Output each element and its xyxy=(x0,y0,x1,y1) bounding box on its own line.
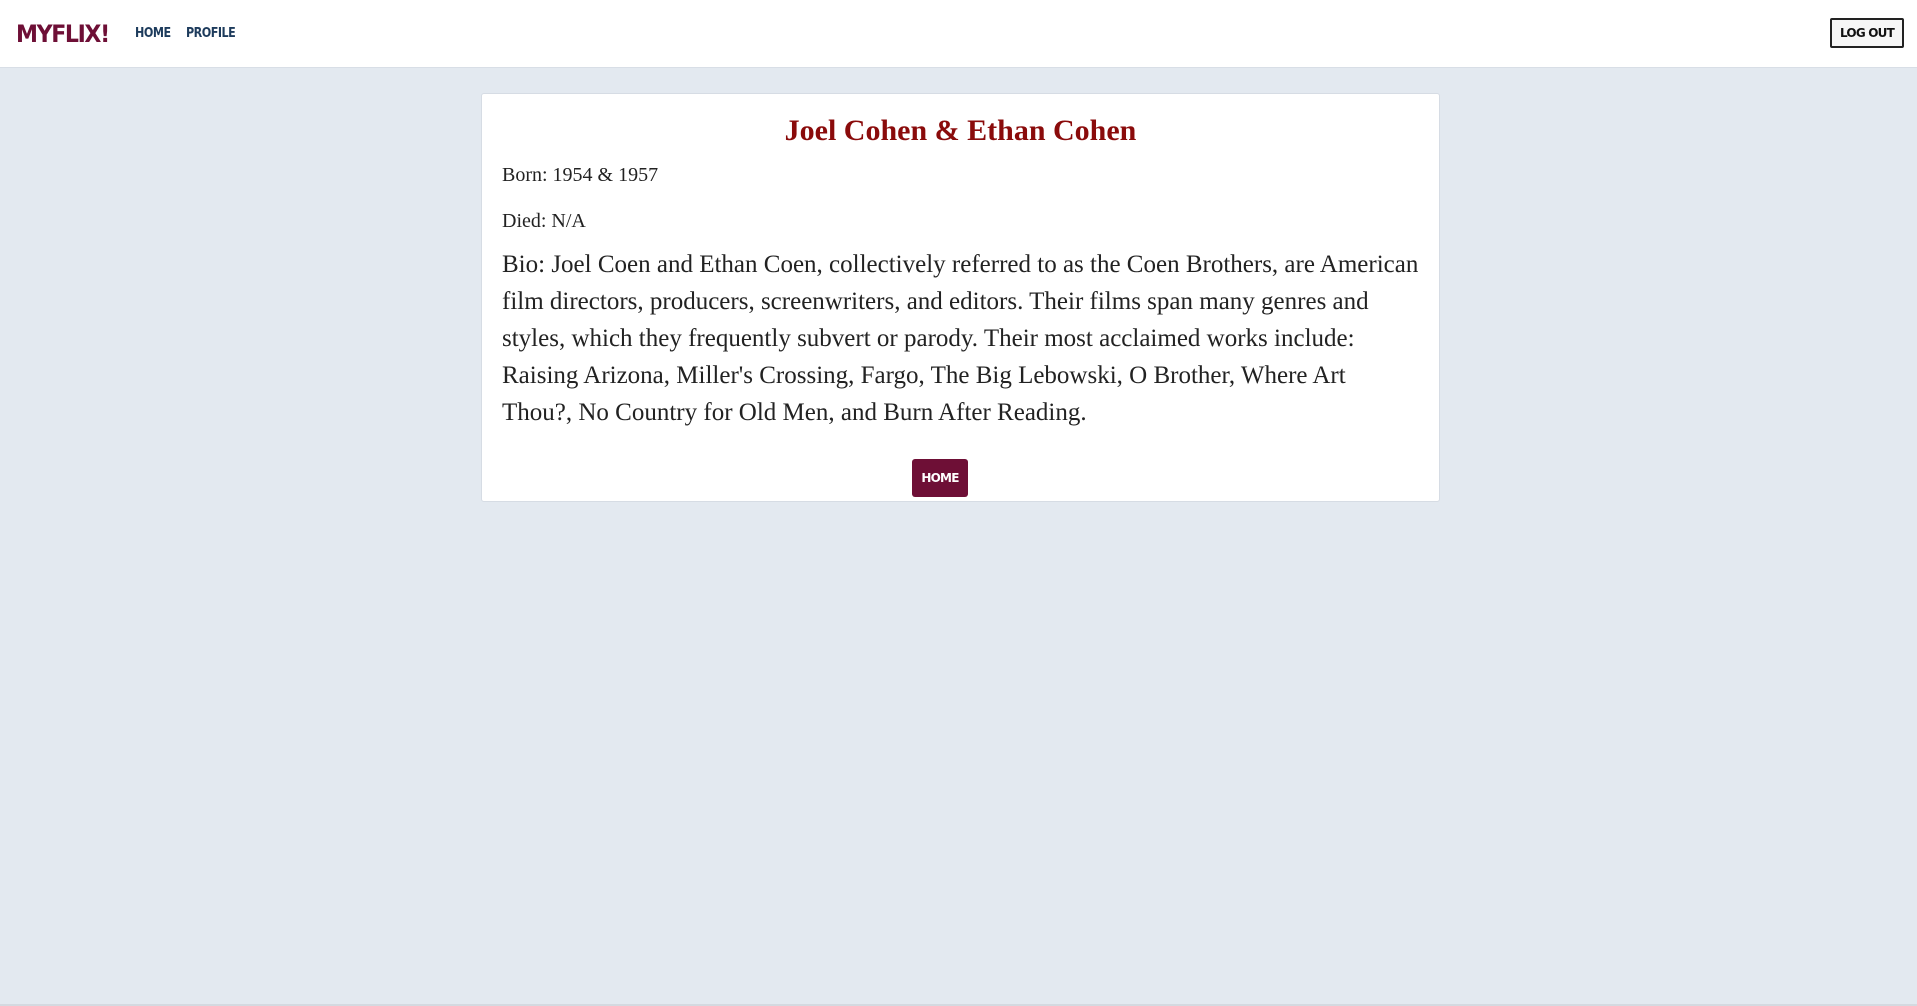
director-card: Joel Cohen & Ethan Cohen Born: 1954 & 19… xyxy=(481,93,1440,502)
nav-link-home[interactable]: HOME xyxy=(135,26,171,41)
director-name: Joel Cohen & Ethan Cohen xyxy=(784,114,1137,147)
director-bio: Bio: Joel Coen and Ethan Coen, collectiv… xyxy=(502,251,1419,426)
top-navbar: MYFLIX! HOME PROFILE LOG OUT xyxy=(0,0,1917,68)
nav-link-profile[interactable]: PROFILE xyxy=(186,26,236,41)
home-button[interactable]: HOME xyxy=(912,459,968,497)
logout-button[interactable]: LOG OUT xyxy=(1830,18,1904,48)
director-died: Died: N/A xyxy=(502,210,586,232)
brand-logo[interactable]: MYFLIX! xyxy=(16,20,110,48)
director-born: Born: 1954 & 1957 xyxy=(502,164,659,186)
